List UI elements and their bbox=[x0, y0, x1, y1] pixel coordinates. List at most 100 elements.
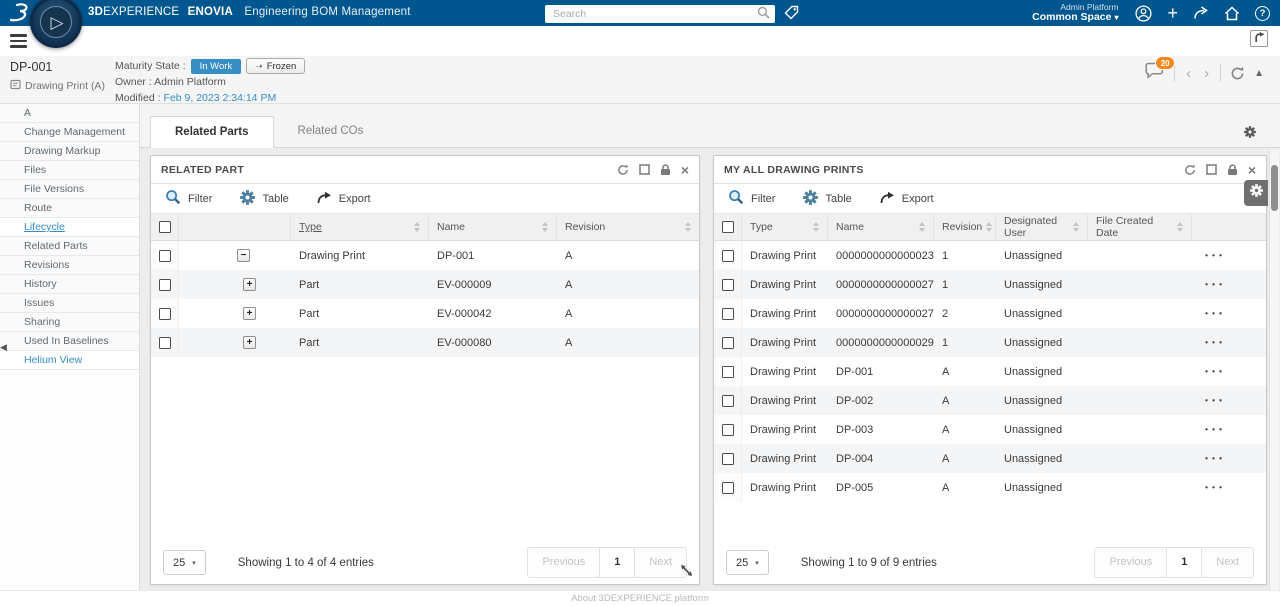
search-input[interactable] bbox=[545, 5, 775, 23]
search-icon[interactable] bbox=[757, 6, 770, 24]
row-actions-menu-icon[interactable]: • • • bbox=[1205, 396, 1223, 405]
row-checkbox[interactable] bbox=[722, 308, 734, 320]
panel-settings-tab[interactable] bbox=[1244, 180, 1268, 206]
home-icon[interactable] bbox=[1224, 6, 1240, 21]
row-checkbox[interactable] bbox=[722, 366, 734, 378]
sidebar-item-change-management[interactable]: Change Management bbox=[0, 123, 139, 142]
pagination-page-1-button[interactable]: 1 bbox=[1166, 548, 1202, 577]
column-header-file-created-date[interactable]: File Created Date bbox=[1088, 214, 1192, 240]
row-checkbox[interactable] bbox=[722, 424, 734, 436]
table-row[interactable]: Drawing PrintDP-003AUnassigned• • • bbox=[714, 415, 1266, 444]
corner-arrow-button[interactable] bbox=[1250, 30, 1268, 47]
expand-icon[interactable]: + bbox=[243, 307, 256, 320]
sync-icon[interactable] bbox=[617, 164, 629, 176]
table-row[interactable]: Drawing PrintDP-001AUnassigned• • • bbox=[714, 357, 1266, 386]
pagination-next-button[interactable]: Next bbox=[1202, 548, 1253, 577]
table-row[interactable]: +PartEV-000042A bbox=[151, 299, 699, 328]
tab-settings-gear-icon[interactable] bbox=[1244, 125, 1256, 143]
collapse-header-icon[interactable]: ▲ bbox=[1254, 68, 1264, 79]
panel-resize-handle[interactable] bbox=[680, 564, 693, 582]
sidebar-item-drawing-markup[interactable]: Drawing Markup bbox=[0, 142, 139, 161]
tag-icon[interactable] bbox=[784, 5, 799, 20]
table-row[interactable]: +PartEV-000080A bbox=[151, 328, 699, 357]
sidebar-collapse-icon[interactable]: ◀ bbox=[0, 342, 7, 353]
column-header-revision[interactable]: Revision bbox=[934, 214, 996, 240]
row-checkbox[interactable] bbox=[159, 221, 171, 233]
row-actions-menu-icon[interactable]: • • • bbox=[1205, 483, 1223, 492]
sidebar-item-files[interactable]: Files bbox=[0, 161, 139, 180]
row-checkbox[interactable] bbox=[159, 308, 171, 320]
row-checkbox[interactable] bbox=[722, 395, 734, 407]
collapse-icon[interactable]: − bbox=[237, 249, 250, 262]
pagination-previous-button[interactable]: Previous bbox=[528, 548, 599, 577]
row-actions-menu-icon[interactable]: • • • bbox=[1205, 338, 1223, 347]
maximize-icon[interactable] bbox=[639, 164, 650, 175]
filter-tool[interactable]: Filter bbox=[728, 189, 775, 208]
refresh-icon[interactable] bbox=[1230, 66, 1245, 81]
lock-icon[interactable] bbox=[1227, 164, 1238, 176]
scrollbar-thumb[interactable] bbox=[1271, 165, 1278, 211]
help-icon[interactable]: ? bbox=[1255, 6, 1270, 21]
table-row[interactable]: Drawing Print00000000000000272Unassigned… bbox=[714, 299, 1266, 328]
tab-related-parts[interactable]: Related Parts bbox=[150, 116, 274, 148]
sidebar-item-file-versions[interactable]: File Versions bbox=[0, 180, 139, 199]
close-icon[interactable]: × bbox=[1248, 163, 1256, 177]
row-actions-menu-icon[interactable]: • • • bbox=[1205, 309, 1223, 318]
table-row[interactable]: Drawing PrintDP-004AUnassigned• • • bbox=[714, 444, 1266, 473]
collaboration-chat-icon[interactable]: 20 bbox=[1145, 62, 1165, 84]
close-icon[interactable]: × bbox=[681, 163, 689, 177]
row-actions-menu-icon[interactable]: • • • bbox=[1205, 280, 1223, 289]
column-header-name[interactable]: Name bbox=[828, 214, 934, 240]
sidebar-item-used-in-baselines[interactable]: Used In Baselines bbox=[0, 332, 139, 351]
row-actions-menu-icon[interactable]: • • • bbox=[1205, 454, 1223, 463]
row-checkbox[interactable] bbox=[722, 482, 734, 494]
row-checkbox[interactable] bbox=[159, 279, 171, 291]
column-header-revision[interactable]: Revision bbox=[557, 214, 699, 240]
table-row[interactable]: Drawing Print00000000000000271Unassigned… bbox=[714, 270, 1266, 299]
row-checkbox[interactable] bbox=[722, 279, 734, 291]
user-profile-icon[interactable] bbox=[1135, 5, 1152, 22]
menu-hamburger-icon[interactable] bbox=[10, 34, 27, 51]
table-row[interactable]: Drawing PrintDP-005AUnassigned• • • bbox=[714, 473, 1266, 502]
row-checkbox[interactable] bbox=[159, 337, 171, 349]
table-tool[interactable]: Table bbox=[803, 190, 851, 208]
next-object-button[interactable]: › bbox=[1202, 66, 1211, 81]
table-row[interactable]: Drawing PrintDP-002AUnassigned• • • bbox=[714, 386, 1266, 415]
row-actions-menu-icon[interactable]: • • • bbox=[1205, 251, 1223, 260]
promote-frozen-button[interactable]: ➝ Frozen bbox=[246, 58, 305, 74]
pagination-page-1-button[interactable]: 1 bbox=[599, 548, 635, 577]
row-checkbox[interactable] bbox=[722, 453, 734, 465]
export-tool[interactable]: Export bbox=[880, 191, 934, 207]
row-checkbox[interactable] bbox=[159, 250, 171, 262]
row-checkbox[interactable] bbox=[722, 221, 734, 233]
page-size-select[interactable]: 25 ▾ bbox=[163, 550, 206, 575]
add-content-icon[interactable]: + bbox=[1167, 3, 1178, 23]
user-context-switcher[interactable]: Admin Platform Common Space▾ bbox=[1032, 3, 1118, 23]
export-tool[interactable]: Export bbox=[317, 191, 371, 207]
sidebar-item-revisions[interactable]: Revisions bbox=[0, 256, 139, 275]
sidebar-item-history[interactable]: History bbox=[0, 275, 139, 294]
lock-icon[interactable] bbox=[660, 164, 671, 176]
row-actions-menu-icon[interactable]: • • • bbox=[1205, 425, 1223, 434]
table-row[interactable]: +PartEV-000009A bbox=[151, 270, 699, 299]
sidebar-item-a[interactable]: A bbox=[0, 104, 139, 123]
sidebar-item-lifecycle[interactable]: Lifecycle bbox=[0, 218, 139, 237]
sidebar-item-route[interactable]: Route bbox=[0, 199, 139, 218]
table-row[interactable]: Drawing Print00000000000000231Unassigned… bbox=[714, 241, 1266, 270]
share-icon[interactable] bbox=[1193, 6, 1209, 20]
column-header-name[interactable]: Name bbox=[429, 214, 557, 240]
table-tool[interactable]: Table bbox=[240, 190, 288, 208]
maximize-icon[interactable] bbox=[1206, 164, 1217, 175]
expand-icon[interactable]: + bbox=[243, 336, 256, 349]
tab-related-cos[interactable]: Related COs bbox=[274, 116, 388, 148]
page-size-select[interactable]: 25 ▾ bbox=[726, 550, 769, 575]
pagination-next-button[interactable]: Next bbox=[635, 548, 686, 577]
row-checkbox[interactable] bbox=[722, 337, 734, 349]
pagination-previous-button[interactable]: Previous bbox=[1095, 548, 1166, 577]
row-checkbox[interactable] bbox=[722, 250, 734, 262]
row-actions-menu-icon[interactable]: • • • bbox=[1205, 367, 1223, 376]
modified-date-link[interactable]: Feb 9, 2023 2:34:14 PM bbox=[164, 92, 277, 104]
expand-icon[interactable]: + bbox=[243, 278, 256, 291]
sidebar-item-issues[interactable]: Issues bbox=[0, 294, 139, 313]
column-header-designated-user[interactable]: Designated User bbox=[996, 214, 1088, 240]
